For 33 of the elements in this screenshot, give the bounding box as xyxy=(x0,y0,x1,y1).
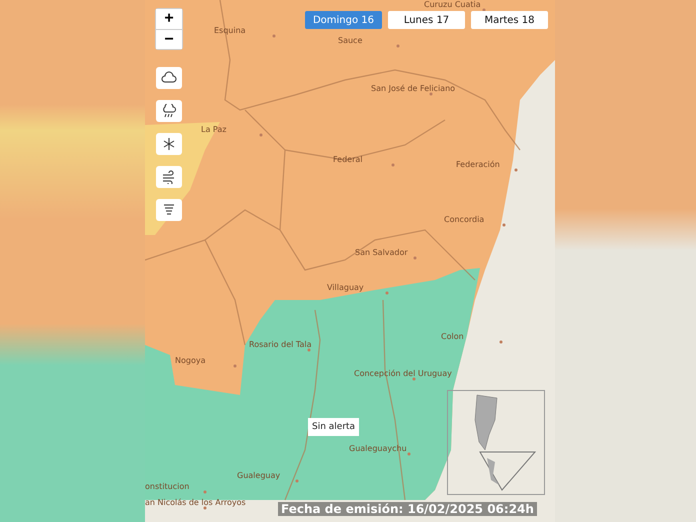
place-label: Rosario del Tala xyxy=(249,340,312,349)
place-label: Federación xyxy=(456,160,500,169)
place-label: Concepción del Uruguay xyxy=(354,369,452,378)
place-label: Villaguay xyxy=(327,283,364,292)
place-label: an Nicolás de los Arroyos xyxy=(145,498,246,507)
place-label: Nogoya xyxy=(175,356,206,365)
place-label: Federal xyxy=(333,155,362,164)
layer-button[interactable] xyxy=(156,199,182,221)
snowflake-icon xyxy=(161,137,177,151)
layer-button[interactable] xyxy=(156,67,182,89)
place-label: Colon xyxy=(441,332,464,341)
rain-cloud-icon xyxy=(161,104,177,118)
day-tab[interactable]: Martes 18 xyxy=(471,11,548,29)
place-label: Curuzu Cuatia xyxy=(424,0,481,9)
layer-button[interactable] xyxy=(156,100,182,122)
wind-icon xyxy=(161,170,177,184)
place-label: San José de Feliciano xyxy=(371,84,456,93)
place-label: San Salvador xyxy=(355,248,408,257)
day-tab[interactable]: Domingo 16 xyxy=(305,11,382,29)
layer-button[interactable] xyxy=(156,133,182,155)
zoom-out-button[interactable]: − xyxy=(156,29,182,49)
place-label: La Paz xyxy=(201,125,226,134)
day-tab[interactable]: Lunes 17 xyxy=(388,11,465,29)
cloud-icon xyxy=(161,71,177,85)
issue-date-text: Fecha de emisión: 16/02/2025 06:24h xyxy=(278,502,537,516)
place-label: Esquina xyxy=(214,26,246,35)
place-label: Gualeguay xyxy=(237,471,280,480)
place-label: Concordia xyxy=(444,215,484,224)
place-label: onstitucion xyxy=(145,482,190,491)
alert-tooltip: Sin alerta xyxy=(308,418,360,436)
place-label: Sauce xyxy=(338,36,362,45)
layer-button[interactable] xyxy=(156,166,182,188)
place-label: Gualeguaychu xyxy=(349,444,407,453)
